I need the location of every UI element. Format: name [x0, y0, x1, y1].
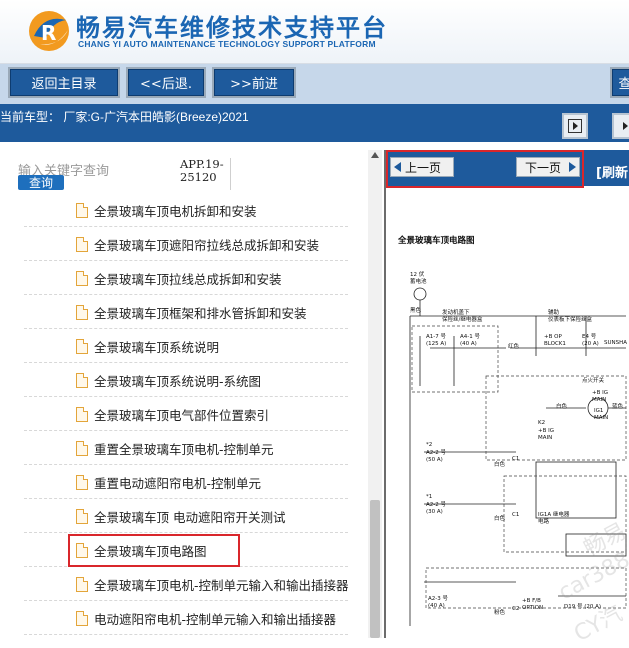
label-aux: 辅助 仪表板下保险丝盒	[548, 310, 593, 323]
tree-item-label: 全景玻璃车顶电机-控制单元输入和输出插接器	[94, 577, 349, 593]
wiring-diagram: 全景玻璃车顶电路图 12 伏 蓄电池 黑色 发动机盖下 保险丝/继电器盒 辅助 …	[386, 186, 629, 647]
label-a2-3: A2-3 号 (40 A)	[428, 596, 448, 609]
tree-item-label: 全景玻璃车顶系统说明-系统图	[94, 373, 262, 389]
document-icon	[76, 440, 88, 456]
tree-item-label: 全景玻璃车顶框架和排水管拆卸和安装	[94, 305, 307, 321]
label-c1: C1	[512, 456, 520, 462]
document-icon	[76, 338, 88, 354]
document-icon	[76, 270, 88, 286]
tree-item[interactable]: 全景玻璃车顶 电动遮阳帘开关测试	[24, 500, 348, 533]
app-code: APP.19- 25120	[180, 158, 224, 184]
tree-item-label: 全景玻璃车顶遮阳帘拉线总成拆卸和安装	[94, 237, 320, 253]
tree-item[interactable]: 全景玻璃车顶系统说明-系统图	[24, 364, 348, 397]
label-ig1a: IG1A 继电器 电路	[538, 512, 570, 525]
query-button[interactable]: 查	[610, 67, 629, 98]
site-header: R 畅易汽车维修技术支持平台 CHANG YI AUTO MAINTENANCE…	[0, 0, 629, 64]
vehicle-bar: 当前车型： 厂家:G-广汽本田皓影(Breeze)2021	[0, 104, 629, 142]
tree-item[interactable]: 全景玻璃车顶电气部件位置索引	[24, 398, 348, 431]
tree-item-label: 重置电动遮阳帘电机-控制单元	[94, 475, 262, 491]
label-a4-1: A4-1 号 (40 A)	[460, 334, 480, 347]
search-button[interactable]: 查询	[18, 175, 64, 190]
document-icon	[76, 202, 88, 218]
label-white-2: 白色	[494, 462, 506, 468]
label-white: 白色	[556, 404, 568, 410]
label-white-3: 白色	[494, 516, 506, 522]
document-icon	[76, 474, 88, 490]
tree-item[interactable]: 全景玻璃车顶拉线总成拆卸和安装	[24, 262, 348, 295]
tree-item[interactable]: 全景玻璃车顶遮阳帘拉线总成拆卸和安装	[24, 228, 348, 261]
brand-subtitle: CHANG YI AUTO MAINTENANCE TECHNOLOGY SUP…	[78, 39, 376, 49]
search-divider	[230, 158, 231, 190]
tree-item-label: 全景玻璃车顶拉线总成拆卸和安装	[94, 271, 282, 287]
label-star2: *2	[426, 442, 433, 448]
label-ig1: IG1 MAIN	[594, 408, 609, 421]
tree-item-label: 全景玻璃车顶电机拆卸和安装	[94, 203, 257, 219]
document-icon	[76, 304, 88, 320]
tree-item-label: 全景玻璃车顶 电动遮阳帘开关测试	[94, 509, 286, 525]
refresh-link[interactable]: [刷新	[596, 162, 628, 181]
label-blue: 蓝色	[612, 404, 624, 410]
document-icon	[76, 406, 88, 422]
pager-highlight	[386, 150, 584, 188]
tree-item-label: 全景玻璃车顶电气部件位置索引	[94, 407, 270, 423]
document-icon	[76, 576, 88, 592]
label-pink: 粉色	[494, 610, 506, 616]
label-c2: C2	[512, 606, 520, 612]
scroll-thumb[interactable]	[370, 500, 380, 638]
label-ig-main2: +B IG MAIN	[538, 428, 555, 441]
tree-item[interactable]: 重置电动遮阳帘电机-控制单元	[24, 466, 348, 499]
label-star1: *1	[426, 494, 433, 500]
label-battery: 12 伏 蓄电池	[410, 272, 427, 285]
tree-item-label: 重置全景玻璃车顶电机-控制单元	[94, 441, 274, 457]
tree-item[interactable]: 电动遮阳帘电机-控制单元输入和输出插接器	[24, 602, 348, 635]
label-k2: K2	[538, 420, 546, 426]
tree-item[interactable]: 全景玻璃车顶框架和排水管拆卸和安装	[24, 296, 348, 329]
catalog-scrollbar[interactable]	[368, 150, 382, 638]
label-op-block: +B OP BLOCK1	[544, 334, 566, 347]
selected-item-highlight	[68, 534, 240, 567]
current-vehicle-text: 当前车型： 厂家:G-广汽本田皓影(Breeze)2021	[0, 110, 249, 124]
app-code-line2: 25120	[180, 170, 217, 184]
cy-logo-icon: R	[29, 11, 69, 51]
label-ign-switch: 点火开关	[582, 378, 605, 384]
label-a1-7: A1-7 号 (125 A)	[426, 334, 447, 347]
next-panel-icon[interactable]	[612, 113, 629, 139]
main-toolbar: 返回主目录 <<后退. >>前进 查	[0, 64, 629, 104]
scroll-up-arrow-icon[interactable]	[371, 152, 379, 158]
label-e4: E4 号 (20 A)	[582, 334, 599, 347]
document-icon	[76, 610, 88, 626]
label-option: +B F/B OPTION	[522, 598, 544, 611]
svg-text:R: R	[41, 21, 56, 45]
tree-item[interactable]: 全景玻璃车顶电机-控制单元输入和输出插接器	[24, 568, 349, 601]
label-under-hood: 发动机盖下 保险丝/继电器盒	[442, 310, 483, 323]
document-icon	[76, 508, 88, 524]
label-c1-2: C1	[512, 512, 520, 518]
history-back-button[interactable]: <<后退.	[126, 67, 206, 98]
tree-item[interactable]: 重置全景玻璃车顶电机-控制单元	[24, 432, 348, 465]
label-red: 红色	[508, 344, 520, 350]
panel-toggle-icon[interactable]	[562, 113, 588, 139]
label-ig-main: +B IG MAIN	[592, 390, 609, 403]
document-icon	[76, 236, 88, 252]
document-viewer: 上一页 下一页 [刷新 全景玻璃车顶电路图 12 伏 蓄电池 黑色 发动机盖下 …	[386, 150, 629, 647]
label-black: 黑色	[410, 308, 422, 314]
label-a2-2b: A2-2 号 (30 A)	[426, 502, 446, 515]
document-icon	[76, 372, 88, 388]
history-forward-button[interactable]: >>前进	[212, 67, 296, 98]
tree-item[interactable]: 全景玻璃车顶电机拆卸和安装	[24, 194, 348, 227]
back-to-main-button[interactable]: 返回主目录	[8, 67, 120, 98]
brand-title: 畅易汽车维修技术支持平台	[76, 14, 388, 42]
label-a2-2: A2-2 号 (50 A)	[426, 450, 446, 463]
tree-item[interactable]: 全景玻璃车顶系统说明	[24, 330, 348, 363]
label-sunshade: SUNSHA	[604, 340, 628, 346]
tree-item-label: 全景玻璃车顶系统说明	[94, 339, 220, 355]
tree-item-label: 电动遮阳帘电机-控制单元输入和输出插接器	[94, 611, 337, 627]
